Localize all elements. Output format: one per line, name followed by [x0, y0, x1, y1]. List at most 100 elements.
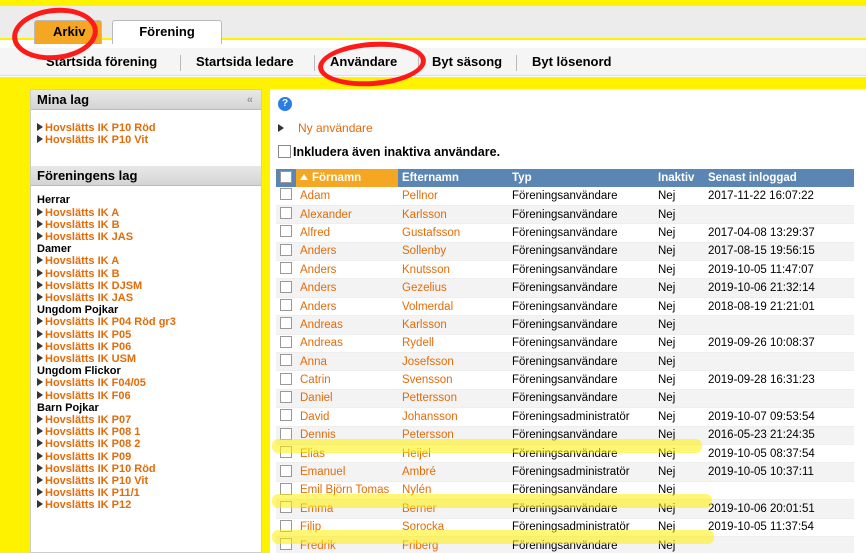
row-select-cell[interactable] [276, 352, 296, 372]
subnav-anvandare[interactable]: Användare [330, 48, 397, 76]
row-select-cell[interactable] [276, 536, 296, 553]
cell-fornamn[interactable]: Emil Björn Tomas [296, 481, 398, 501]
cell-fornamn[interactable]: Adam [296, 187, 398, 206]
row-checkbox[interactable] [280, 262, 292, 275]
cell-fornamn[interactable]: Emma [296, 499, 398, 519]
row-checkbox[interactable] [280, 317, 292, 330]
column-header-efternamn[interactable]: Efternamn [398, 169, 508, 187]
my-team-link[interactable]: Hovslätts IK P10 Röd [31, 122, 261, 134]
row-select-cell[interactable] [276, 426, 296, 445]
team-link[interactable]: Hovslätts IK USM [31, 353, 261, 365]
team-link[interactable]: Hovslätts IK B [31, 268, 261, 280]
table-row[interactable]: Anders Volmerdal Föreningsanvändare Nej 2018… [276, 297, 854, 317]
cell-efternamn[interactable]: Ambré [398, 462, 508, 482]
table-row[interactable]: Dennis Petersson Föreningsanvändare Nej 2016… [276, 426, 854, 445]
row-checkbox[interactable] [280, 299, 292, 312]
cell-fornamn[interactable]: Alfred [296, 223, 398, 243]
table-row[interactable]: Emil Björn Tomas Nylén Föreningsanvändare N… [276, 481, 854, 501]
cell-fornamn[interactable]: Anders [296, 242, 398, 262]
row-checkbox[interactable] [280, 446, 292, 459]
row-select-cell[interactable] [276, 297, 296, 317]
table-row[interactable]: Emanuel Ambré Föreningsadministratör Nej 201… [276, 462, 854, 482]
cell-efternamn[interactable]: Pellnor [398, 187, 508, 206]
team-link[interactable]: Hovslätts IK P05 [31, 329, 261, 341]
cell-efternamn[interactable]: Petersson [398, 426, 508, 445]
team-link[interactable]: Hovslätts IK P08 2 [31, 438, 261, 450]
row-select-cell[interactable] [276, 223, 296, 243]
table-row[interactable]: Andreas Rydell Föreningsanvändare Nej 2019-0… [276, 334, 854, 354]
cell-efternamn[interactable]: Friberg [398, 536, 508, 553]
row-checkbox[interactable] [280, 354, 292, 367]
row-select-cell[interactable] [276, 499, 296, 519]
row-checkbox[interactable] [280, 390, 292, 403]
row-select-cell[interactable] [276, 518, 296, 537]
row-checkbox[interactable] [280, 372, 292, 385]
subnav-byt-losenord[interactable]: Byt lösenord [532, 48, 611, 76]
table-row[interactable]: David Johansson Föreningsadministratör Nej 2… [276, 407, 854, 427]
team-link[interactable]: Hovslätts IK DJSM [31, 280, 261, 292]
team-link[interactable]: Hovslätts IK JAS [31, 292, 261, 304]
table-row[interactable]: Elias Heijel Föreningsanvändare Nej 2019-10-… [276, 444, 854, 464]
tab-arkiv[interactable]: Arkiv [34, 20, 102, 44]
row-checkbox[interactable] [280, 243, 292, 256]
cell-efternamn[interactable]: Sorocka [398, 518, 508, 537]
cell-fornamn[interactable]: Andreas [296, 334, 398, 354]
row-checkbox[interactable] [280, 519, 292, 532]
row-checkbox[interactable] [280, 538, 292, 551]
table-row[interactable]: Anders Knutsson Föreningsanvändare Nej 2019-… [276, 260, 854, 280]
team-link[interactable]: Hovslätts IK JAS [31, 231, 261, 243]
cell-efternamn[interactable]: Berner [398, 499, 508, 519]
table-row[interactable]: Emma Berner Föreningsanvändare Nej 2019-10-0… [276, 499, 854, 519]
cell-efternamn[interactable]: Karlsson [398, 315, 508, 335]
tab-forening[interactable]: Förening [112, 20, 222, 44]
column-header-fornamn[interactable]: Förnamn [296, 169, 398, 187]
team-link[interactable]: Hovslätts IK A [31, 255, 261, 267]
row-select-cell[interactable] [276, 481, 296, 501]
row-select-cell[interactable] [276, 389, 296, 409]
cell-efternamn[interactable]: Volmerdal [398, 297, 508, 317]
cell-efternamn[interactable]: Gustafsson [398, 223, 508, 243]
cell-efternamn[interactable]: Johansson [398, 407, 508, 427]
table-row[interactable]: Anders Gezelius Föreningsanvändare Nej 2019-… [276, 278, 854, 298]
column-header-typ[interactable]: Typ [508, 169, 654, 187]
row-checkbox[interactable] [280, 501, 292, 514]
row-checkbox[interactable] [280, 409, 292, 422]
cell-efternamn[interactable]: Nylén [398, 481, 508, 501]
my-team-link[interactable]: Hovslätts IK P10 Vit [31, 134, 261, 146]
row-select-cell[interactable] [276, 462, 296, 482]
team-link[interactable]: Hovslätts IK P06 [31, 341, 261, 353]
row-checkbox[interactable] [280, 335, 292, 348]
cell-efternamn[interactable]: Karlsson [398, 205, 508, 225]
select-all-checkbox[interactable] [280, 170, 292, 183]
subnav-startsida-forening[interactable]: Startsida förening [46, 48, 157, 76]
team-link[interactable]: Hovslätts IK P12 [31, 499, 261, 511]
row-checkbox[interactable] [280, 482, 292, 495]
cell-fornamn[interactable]: Emanuel [296, 462, 398, 482]
team-link[interactable]: Hovslätts IK P09 [31, 451, 261, 463]
cell-efternamn[interactable]: Sollenby [398, 242, 508, 262]
table-row[interactable]: Fredrik Friberg Föreningsanvändare Nej [276, 536, 854, 553]
row-select-cell[interactable] [276, 407, 296, 427]
team-link[interactable]: Hovslätts IK P10 Röd [31, 463, 261, 475]
cell-efternamn[interactable]: Heijel [398, 444, 508, 464]
include-inactive-checkbox[interactable] [278, 145, 291, 158]
row-select-cell[interactable] [276, 260, 296, 280]
cell-efternamn[interactable]: Gezelius [398, 278, 508, 298]
table-row[interactable]: Anna Josefsson Föreningsanvändare Nej [276, 352, 854, 372]
row-checkbox[interactable] [280, 464, 292, 477]
cell-fornamn[interactable]: Anders [296, 260, 398, 280]
table-row[interactable]: Adam Pellnor Föreningsanvändare Nej 2017-11-… [276, 187, 854, 206]
column-header-senast-inloggad[interactable]: Senast inloggad [704, 169, 854, 187]
row-select-cell[interactable] [276, 370, 296, 390]
table-row[interactable]: Daniel Pettersson Föreningsanvändare Nej [276, 389, 854, 409]
table-row[interactable]: Catrin Svensson Föreningsanvändare Nej 2019-… [276, 370, 854, 390]
cell-fornamn[interactable]: David [296, 407, 398, 427]
table-row[interactable]: Filip Sorocka Föreningsadministratör Nej 201… [276, 518, 854, 537]
row-select-cell[interactable] [276, 205, 296, 225]
table-row[interactable]: Alfred Gustafsson Föreningsanvändare Nej 201… [276, 223, 854, 243]
row-select-cell[interactable] [276, 187, 296, 206]
row-checkbox[interactable] [280, 225, 292, 238]
cell-fornamn[interactable]: Anna [296, 352, 398, 372]
row-select-cell[interactable] [276, 334, 296, 354]
cell-fornamn[interactable]: Anders [296, 297, 398, 317]
